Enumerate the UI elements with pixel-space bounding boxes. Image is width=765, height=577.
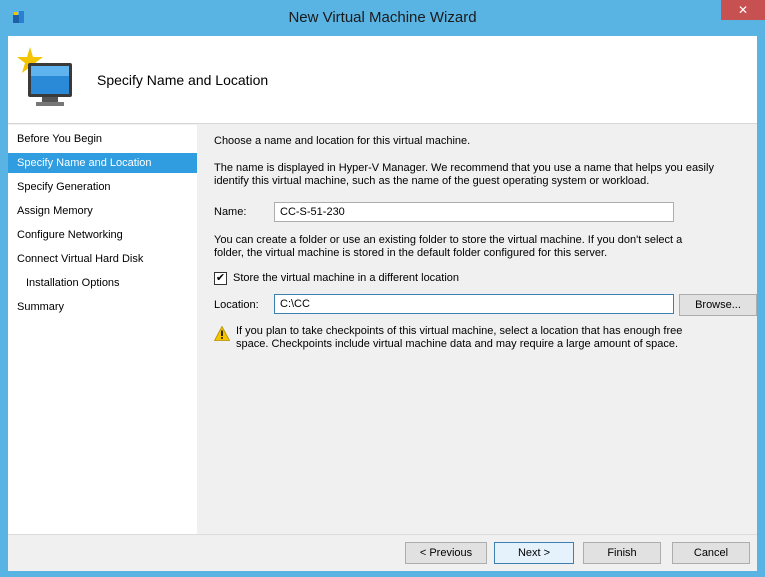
wizard-content: Choose a name and location for this virt… [198, 125, 757, 534]
name-help-line-2: identify this virtual machine, such as t… [214, 175, 650, 187]
browse-button[interactable]: Browse... [679, 294, 757, 316]
store-location-checkbox-label[interactable]: Store the virtual machine in a different… [233, 272, 459, 284]
store-location-checkbox[interactable]: ✔ [214, 272, 227, 285]
warning-icon [214, 326, 230, 341]
name-input[interactable]: CC-S-51-230 [274, 202, 674, 222]
window-title: New Virtual Machine Wizard [288, 9, 477, 26]
title-bar[interactable]: New Virtual Machine Wizard ✕ [0, 0, 765, 36]
wizard-window: New Virtual Machine Wizard ✕ Specify Nam… [0, 0, 765, 577]
wizard-header: Specify Name and Location [8, 36, 757, 124]
new-virtual-machine-icon [17, 47, 72, 106]
warning-line-1: If you plan to take checkpoints of this … [236, 325, 683, 337]
intro-text: Choose a name and location for this virt… [214, 135, 471, 147]
folder-help-line-1: You can create a folder or use an existi… [214, 234, 683, 246]
close-button[interactable]: ✕ [721, 0, 765, 20]
sidebar-item-installation-options[interactable]: Installation Options [8, 273, 197, 293]
sidebar-item-assign-memory[interactable]: Assign Memory [8, 201, 197, 221]
sidebar-item-summary[interactable]: Summary [8, 297, 197, 317]
close-icon: ✕ [737, 3, 749, 17]
name-help-line-1: The name is displayed in Hyper-V Manager… [214, 162, 714, 174]
previous-button[interactable]: < Previous [405, 542, 487, 564]
page-title: Specify Name and Location [97, 72, 269, 88]
cancel-button[interactable]: Cancel [672, 542, 750, 564]
wizard-steps-sidebar: Before You Begin Specify Name and Locati… [8, 125, 197, 534]
sidebar-item-before-you-begin[interactable]: Before You Begin [8, 129, 197, 149]
name-label: Name: [214, 206, 246, 218]
warning-line-2: space. Checkpoints include virtual machi… [236, 338, 679, 350]
finish-button[interactable]: Finish [583, 542, 661, 564]
sidebar-item-configure-networking[interactable]: Configure Networking [8, 225, 197, 245]
location-label: Location: [214, 299, 259, 311]
wizard-footer: < Previous Next > Finish Cancel [8, 534, 757, 571]
dialog-body: Specify Name and Location Before You Beg… [8, 36, 757, 571]
next-button[interactable]: Next > [494, 542, 574, 564]
sidebar-item-connect-virtual-hard-disk[interactable]: Connect Virtual Hard Disk [8, 249, 197, 269]
sidebar-item-specify-name-and-location[interactable]: Specify Name and Location [8, 153, 197, 173]
name-label-text: Name: [214, 206, 247, 218]
sidebar-item-specify-generation[interactable]: Specify Generation [8, 177, 197, 197]
folder-help-line-2: folder, the virtual machine is stored in… [214, 247, 608, 259]
location-input[interactable]: C:\CC [274, 294, 674, 314]
